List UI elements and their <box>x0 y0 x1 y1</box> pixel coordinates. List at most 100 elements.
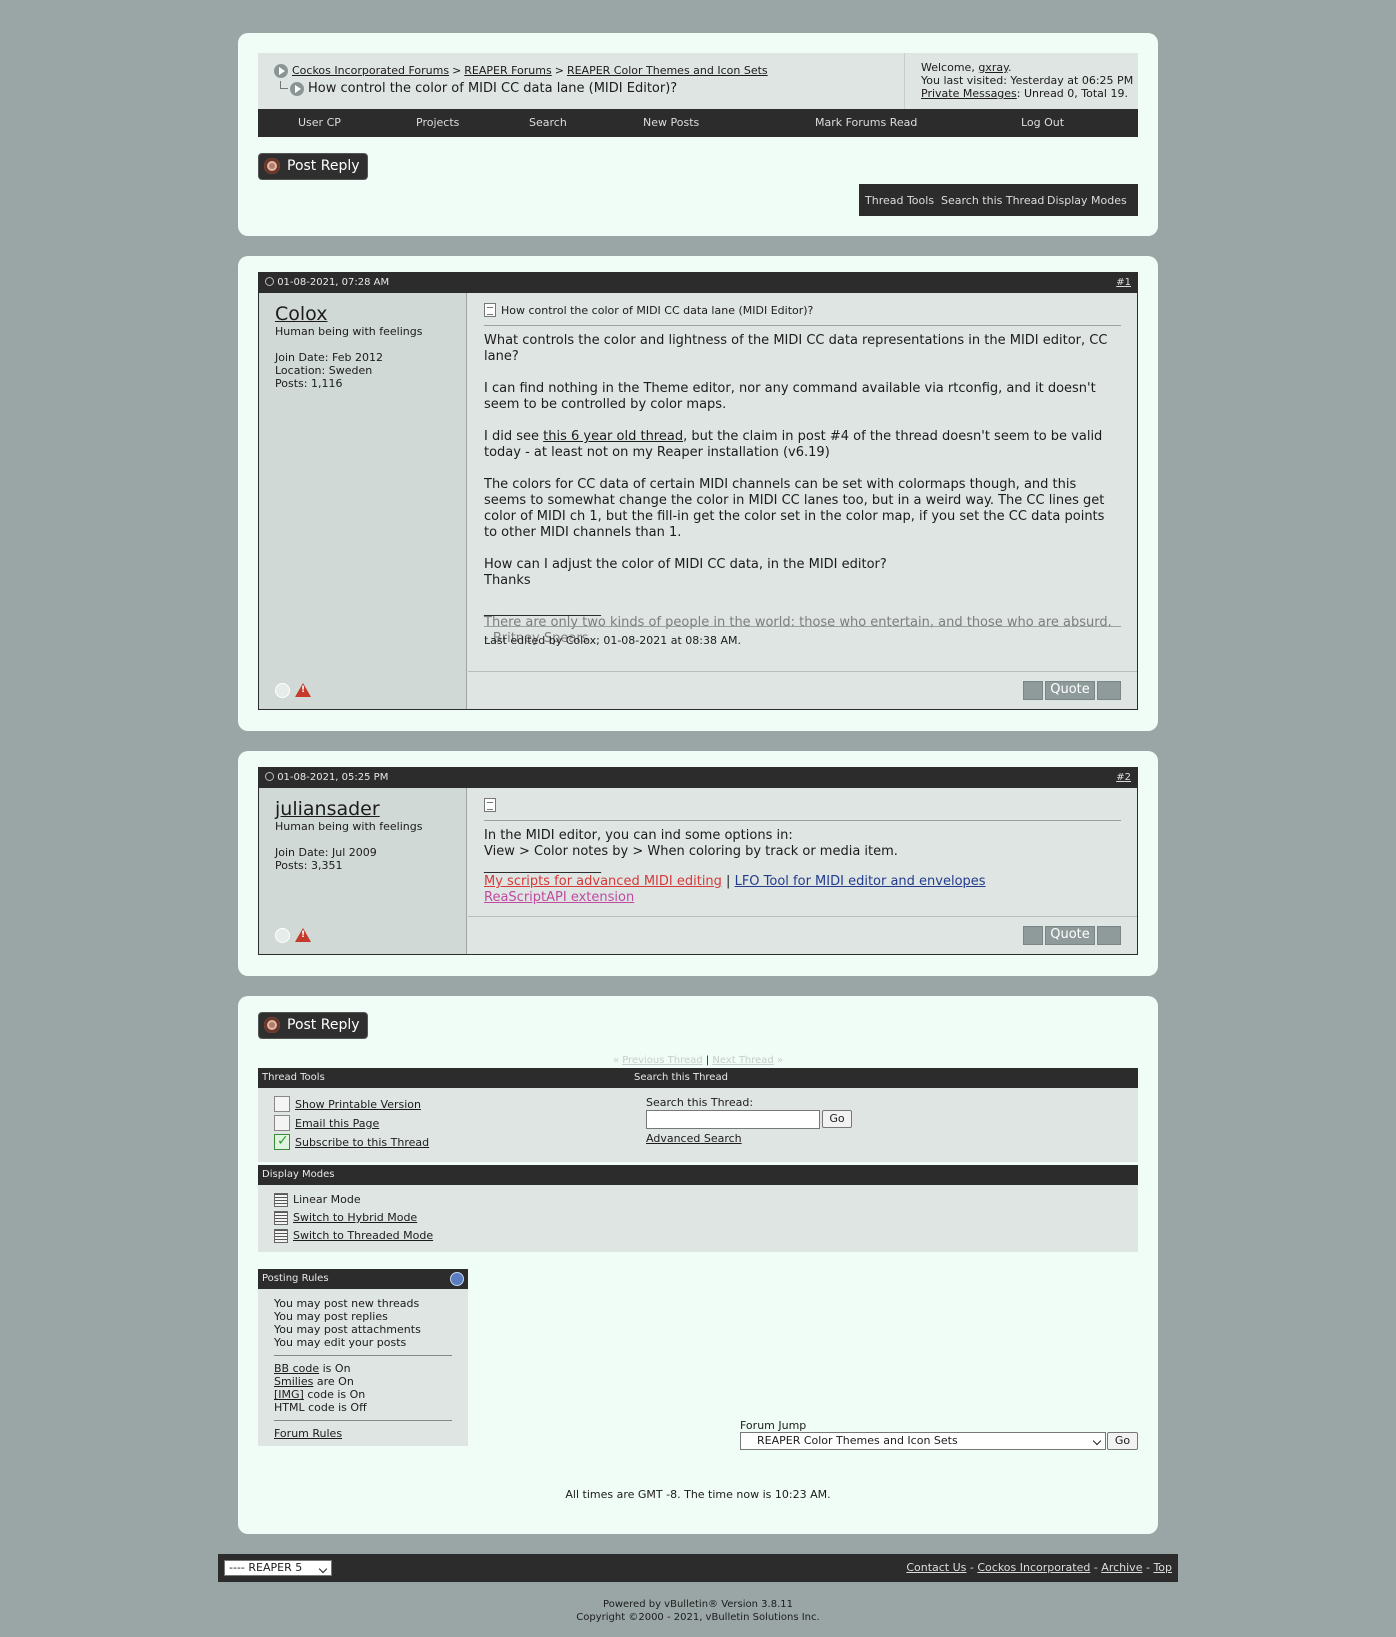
post-document-icon <box>484 303 496 317</box>
sig-link-lfo-tool[interactable]: LFO Tool for MIDI editor and envelopes <box>735 874 986 889</box>
tree-elbow-icon <box>280 81 288 89</box>
breadcrumb-link-color-themes[interactable]: REAPER Color Themes and Icon Sets <box>567 64 768 77</box>
next-thread-link[interactable]: Next Thread <box>712 1055 773 1066</box>
multi-quote-icon[interactable] <box>1023 926 1043 945</box>
pm-status: : Unread 0, Total 19. <box>1016 87 1128 100</box>
username-link[interactable]: juliansader <box>275 798 450 820</box>
welcome-user-link[interactable]: gxray <box>978 61 1008 74</box>
sig-link-reascriptapi[interactable]: ReaScriptAPI extension <box>484 890 634 905</box>
post-header: 01-08-2021, 05:25 PM #2 <box>259 768 1137 788</box>
quote-button[interactable]: Quote <box>1045 681 1095 700</box>
header-panel: Cockos Incorporated Forums > REAPER Forums… <box>238 33 1158 236</box>
checkmark-icon <box>274 1133 290 1150</box>
nav-log-out[interactable]: Log Out <box>1021 116 1064 129</box>
hybrid-mode-link[interactable]: Switch to Hybrid Mode <box>293 1211 417 1224</box>
post-title-row <box>484 798 1121 821</box>
post-reply-button[interactable]: Post Reply <box>258 153 368 180</box>
collapse-icon[interactable] <box>450 1272 464 1286</box>
post-number-link[interactable]: #1 <box>1116 277 1131 288</box>
style-chooser-select[interactable]: ---- REAPER 5 <box>224 1560 332 1576</box>
printer-icon <box>274 1096 290 1112</box>
rule-text: is On <box>319 1362 351 1375</box>
smilies-link[interactable]: Smilies <box>274 1375 313 1388</box>
forum-rules-link[interactable]: Forum Rules <box>274 1427 342 1440</box>
report-post-icon[interactable] <box>295 928 311 942</box>
display-modes-menu[interactable]: Display Modes <box>1047 194 1127 207</box>
post-number-link[interactable]: #2 <box>1116 772 1131 783</box>
post-footer: Quote <box>468 671 1137 709</box>
footer-separator: - <box>1090 1561 1102 1574</box>
top-link[interactable]: Top <box>1153 1561 1172 1574</box>
advanced-search-link[interactable]: Advanced Search <box>646 1132 742 1145</box>
post-1: 01-08-2021, 07:28 AM #1 Colox Human bein… <box>258 272 1138 710</box>
post-2: 01-08-2021, 05:25 PM #2 juliansader Huma… <box>258 767 1138 955</box>
quick-reply-icon[interactable] <box>1097 926 1121 945</box>
signature-divider: __________________ <box>484 859 601 874</box>
cockos-link[interactable]: Cockos Incorporated <box>977 1561 1090 1574</box>
sig-separator: | <box>721 874 735 889</box>
search-go-button[interactable]: Go <box>822 1110 852 1128</box>
post-count: Posts: 1,116 <box>275 377 343 390</box>
divider <box>274 1355 452 1356</box>
quick-reply-icon[interactable] <box>1097 681 1121 700</box>
forum-jump-go-button[interactable]: Go <box>1107 1432 1138 1450</box>
rule-line: You may edit your posts <box>274 1336 407 1349</box>
subscribe-link[interactable]: Subscribe to this Thread <box>295 1136 429 1149</box>
old-thread-link[interactable]: this 6 year old thread <box>543 429 683 444</box>
footer-separator: - <box>966 1561 978 1574</box>
bb-code-link[interactable]: BB code <box>274 1362 319 1375</box>
search-thread-menu[interactable]: Search this Thread <box>941 194 1044 207</box>
threaded-mode-row[interactable]: Switch to Threaded Mode <box>274 1229 433 1243</box>
show-printable-link[interactable]: Show Printable Version <box>295 1098 421 1111</box>
subscribe-row[interactable]: Subscribe to this Thread <box>274 1133 429 1150</box>
post-paragraph: I did see this 6 year old thread, but th… <box>484 429 1121 461</box>
username-link[interactable]: Colox <box>275 303 450 325</box>
thread-navigation: « Previous Thread | Next Thread » <box>238 1055 1158 1066</box>
post-content: How control the color of MIDI CC data la… <box>468 293 1137 709</box>
post-footer: Quote <box>468 916 1137 954</box>
breadcrumb-link-forums[interactable]: Cockos Incorporated Forums <box>292 64 449 77</box>
report-post-icon[interactable] <box>295 683 311 697</box>
breadcrumb-separator: > <box>554 64 564 77</box>
welcome-suffix: . <box>1008 61 1012 74</box>
nav-search[interactable]: Search <box>529 116 567 129</box>
thread-tools-menu[interactable]: Thread Tools <box>865 194 934 207</box>
post-content: In the MIDI editor, you can ind some opt… <box>468 788 1137 954</box>
post-count: Posts: 3,351 <box>275 859 343 872</box>
archive-link[interactable]: Archive <box>1101 1561 1142 1574</box>
email-page-row[interactable]: Email this Page <box>274 1115 379 1131</box>
nav-mark-forums-read[interactable]: Mark Forums Read <box>815 116 917 129</box>
show-printable-row[interactable]: Show Printable Version <box>274 1096 421 1112</box>
post-number: 1 <box>1124 277 1131 288</box>
search-thread-input[interactable] <box>646 1110 820 1129</box>
post-panel: 01-08-2021, 07:28 AM #1 Colox Human bein… <box>238 256 1158 731</box>
contact-us-link[interactable]: Contact Us <box>906 1561 966 1574</box>
post-date: 01-08-2021, 05:25 PM <box>277 772 389 783</box>
last-visited: You last visited: Yesterday at 06:25 PM <box>921 74 1134 87</box>
rule-line: You may post replies <box>274 1310 388 1323</box>
previous-thread-link[interactable]: Previous Thread <box>622 1055 702 1066</box>
sig-link-midi-scripts[interactable]: My scripts for advanced MIDI editing <box>484 874 722 889</box>
forum-jump-select[interactable]: REAPER Color Themes and Icon Sets <box>740 1432 1106 1450</box>
nav-bar: User CP Projects Search New Posts Mark F… <box>258 109 1138 137</box>
powered-by: Powered by vBulletin® Version 3.8.11 Cop… <box>0 1598 1396 1624</box>
multi-quote-icon[interactable] <box>1023 681 1043 700</box>
rule-text: code is On <box>303 1388 366 1401</box>
quote-label: Quote <box>1050 927 1090 942</box>
img-code-link[interactable]: [IMG] <box>274 1388 304 1401</box>
nav-projects[interactable]: Projects <box>416 116 459 129</box>
page-title: How control the color of MIDI CC data la… <box>308 81 678 96</box>
breadcrumb-link-reaper-forums[interactable]: REAPER Forums <box>464 64 551 77</box>
powered-by-line: Powered by vBulletin® Version 3.8.11 <box>603 1599 793 1610</box>
forum-home-icon[interactable] <box>274 64 288 78</box>
private-messages-link[interactable]: Private Messages <box>921 87 1017 100</box>
quote-button[interactable]: Quote <box>1045 926 1095 945</box>
post-title: How control the color of MIDI CC data la… <box>501 304 814 317</box>
nav-user-cp[interactable]: User CP <box>298 116 341 129</box>
post-reply-button[interactable]: Post Reply <box>258 1012 368 1039</box>
email-page-link[interactable]: Email this Page <box>295 1117 379 1130</box>
hybrid-mode-row[interactable]: Switch to Hybrid Mode <box>274 1211 417 1225</box>
threaded-mode-link[interactable]: Switch to Threaded Mode <box>293 1229 433 1242</box>
nav-new-posts[interactable]: New Posts <box>643 116 699 129</box>
welcome-box: Welcome, gxray. You last visited: Yester… <box>904 53 1138 109</box>
